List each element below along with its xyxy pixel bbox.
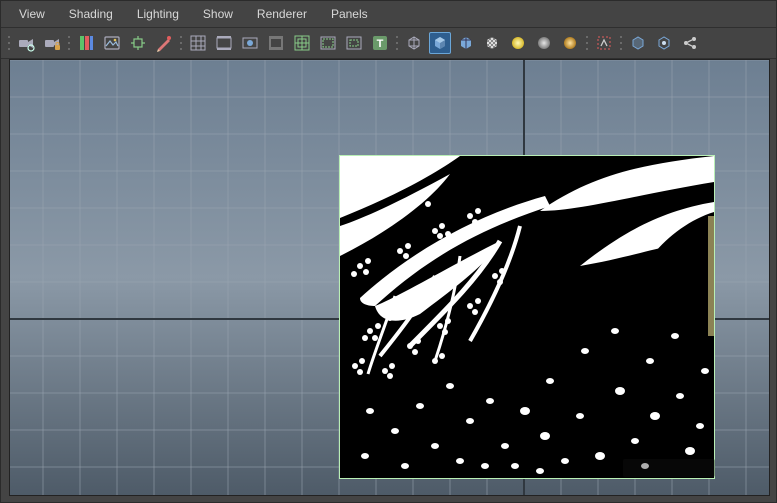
panel-toolbar: T <box>1 28 776 59</box>
toolbar-separator <box>179 32 183 54</box>
film-gate-icon[interactable] <box>213 32 235 54</box>
image-plane-icon[interactable] <box>101 32 123 54</box>
viewport-3d[interactable] <box>9 59 770 496</box>
toolbar-separator <box>67 32 71 54</box>
shaded-icon[interactable] <box>429 32 451 54</box>
shaded-wire-icon[interactable] <box>455 32 477 54</box>
field-chart-icon[interactable] <box>291 32 313 54</box>
wireframe-icon[interactable] <box>403 32 425 54</box>
lights-gray-icon[interactable] <box>533 32 555 54</box>
xray-icon[interactable] <box>627 32 649 54</box>
panel-menu-bar: View Shading Lighting Show Renderer Pane… <box>1 1 776 28</box>
isolate-select-icon[interactable] <box>593 32 615 54</box>
resolution-gate-icon[interactable] <box>239 32 261 54</box>
menu-shading[interactable]: Shading <box>57 3 125 25</box>
svg-text:T: T <box>377 38 384 50</box>
text-icon[interactable]: T <box>369 32 391 54</box>
gate-mask-icon[interactable] <box>265 32 287 54</box>
grid-icon[interactable] <box>187 32 209 54</box>
viewport-panel: View Shading Lighting Show Renderer Pane… <box>0 0 777 503</box>
select-camera-icon[interactable] <box>15 32 37 54</box>
toolbar-separator <box>7 32 11 54</box>
menu-view[interactable]: View <box>7 3 57 25</box>
image-plane[interactable] <box>340 156 714 478</box>
menu-renderer[interactable]: Renderer <box>245 3 319 25</box>
menu-show[interactable]: Show <box>191 3 245 25</box>
safe-title-icon[interactable] <box>343 32 365 54</box>
bookmark-icon[interactable] <box>75 32 97 54</box>
share-icon[interactable] <box>679 32 701 54</box>
menu-panels[interactable]: Panels <box>319 3 380 25</box>
menu-lighting[interactable]: Lighting <box>125 3 191 25</box>
xray-joints-icon[interactable] <box>653 32 675 54</box>
toolbar-separator <box>585 32 589 54</box>
tree-silhouette-icon <box>340 156 714 478</box>
two-d-pan-icon[interactable] <box>127 32 149 54</box>
safe-action-icon[interactable] <box>317 32 339 54</box>
viewport-stats-badge <box>623 459 715 477</box>
textured-icon[interactable] <box>481 32 503 54</box>
grease-pencil-icon[interactable] <box>153 32 175 54</box>
lights-yellow-icon[interactable] <box>507 32 529 54</box>
toolbar-separator <box>619 32 623 54</box>
lock-camera-icon[interactable] <box>41 32 63 54</box>
lights-gold-icon[interactable] <box>559 32 581 54</box>
toolbar-separator <box>395 32 399 54</box>
